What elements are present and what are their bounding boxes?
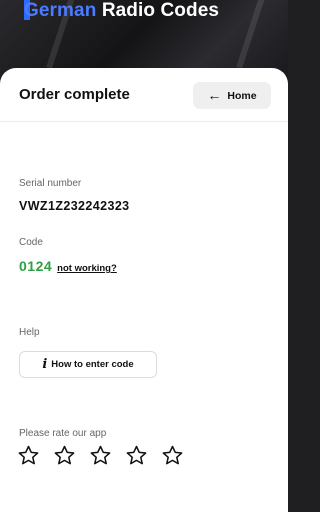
header-divider	[0, 121, 288, 122]
star-outline-icon[interactable]	[161, 444, 184, 467]
arrow-left-icon: ←	[207, 87, 222, 103]
serial-number-label: Serial number	[19, 178, 82, 189]
code-value: 0124	[19, 258, 53, 274]
page-title: Order complete	[19, 86, 130, 103]
how-to-enter-code-label: How to enter code	[51, 359, 134, 370]
how-to-enter-code-button[interactable]: i How to enter code	[19, 351, 157, 378]
app-brand-title: German Radio Codes	[24, 0, 219, 22]
star-outline-icon[interactable]	[125, 444, 148, 467]
star-outline-icon[interactable]	[53, 444, 76, 467]
serial-number-value: VWZ1Z232242323	[19, 199, 130, 213]
info-icon: i	[42, 357, 48, 372]
help-label: Help	[19, 327, 40, 338]
brand-accent-word: German	[24, 0, 97, 21]
rate-app-label: Please rate our app	[19, 428, 107, 439]
code-label: Code	[19, 237, 43, 248]
star-outline-icon[interactable]	[17, 444, 40, 467]
home-button[interactable]: ← Home	[193, 82, 271, 109]
brand-rest-words: Radio Codes	[101, 0, 220, 21]
star-outline-icon[interactable]	[89, 444, 112, 467]
not-working-link[interactable]: not working?	[57, 263, 117, 274]
home-button-label: Home	[227, 89, 257, 102]
code-row: 0124 not working?	[19, 258, 117, 274]
background-streak	[236, 0, 270, 69]
star-rating	[17, 444, 184, 467]
